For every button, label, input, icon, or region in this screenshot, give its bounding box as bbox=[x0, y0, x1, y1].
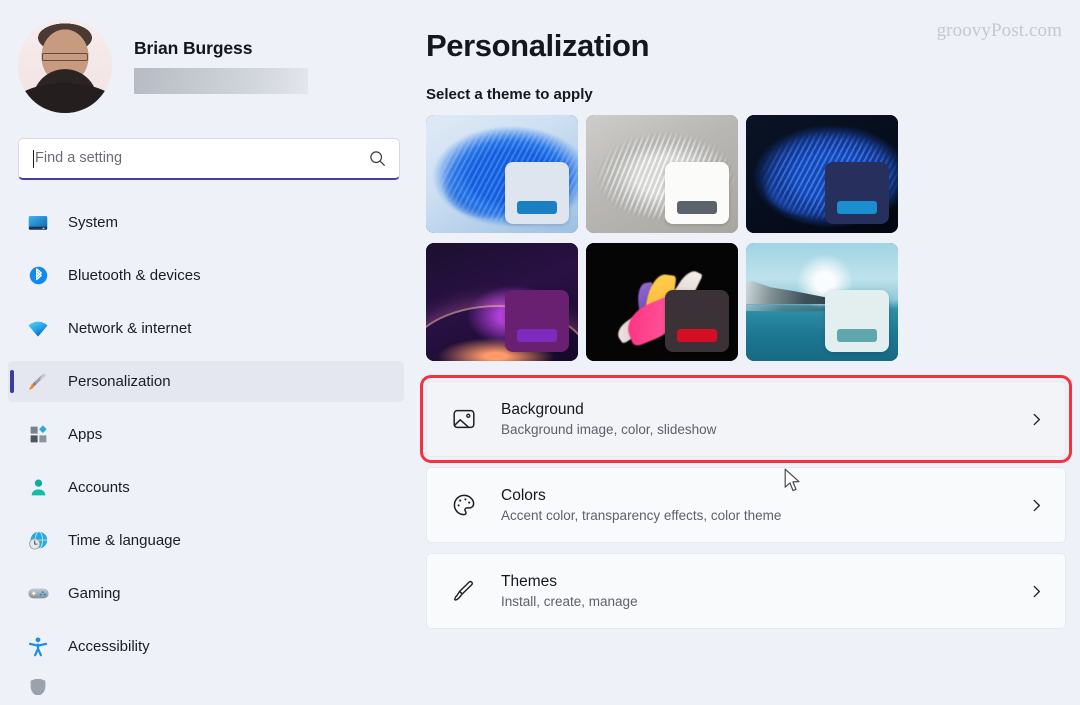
wifi-icon bbox=[26, 317, 50, 341]
settings-row-text: Colors Accent color, transparency effect… bbox=[501, 487, 1027, 523]
settings-rows: Background Background image, color, slid… bbox=[420, 375, 1072, 629]
chevron-right-icon[interactable] bbox=[1027, 498, 1045, 513]
settings-row-text: Themes Install, create, manage bbox=[501, 573, 1027, 609]
settings-row-subtitle: Install, create, manage bbox=[501, 594, 638, 609]
theme-window-preview bbox=[665, 290, 729, 352]
sidebar-item-label: Gaming bbox=[68, 585, 121, 602]
theme-grid bbox=[424, 115, 1066, 361]
color-palette-icon bbox=[449, 490, 479, 520]
avatar-shoulders bbox=[18, 82, 112, 113]
account-text: Brian Burgess bbox=[134, 38, 308, 94]
sidebar-item-label: Personalization bbox=[68, 373, 171, 390]
theme-taskbar-preview bbox=[677, 329, 717, 342]
search-input[interactable]: Find a setting bbox=[18, 138, 400, 180]
theme-card-windows-flow-grey[interactable] bbox=[586, 115, 738, 233]
theme-window-preview bbox=[505, 290, 569, 352]
apps-grid-icon bbox=[26, 423, 50, 447]
settings-row-themes[interactable]: Themes Install, create, manage bbox=[426, 553, 1066, 629]
sidebar-item-system[interactable]: System bbox=[8, 202, 404, 243]
sidebar-item-personalization[interactable]: Personalization bbox=[8, 361, 404, 402]
sidebar-item-label: Accounts bbox=[68, 479, 130, 496]
chevron-right-icon[interactable] bbox=[1027, 584, 1045, 599]
sidebar-nav: System Bluetooth & devices Network & int… bbox=[0, 202, 418, 695]
theme-card-windows-bloom-dark[interactable] bbox=[746, 115, 898, 233]
settings-row-background[interactable]: Background Background image, color, slid… bbox=[420, 375, 1072, 463]
theme-window-preview bbox=[665, 162, 729, 224]
person-icon bbox=[26, 476, 50, 500]
settings-row-title: Themes bbox=[501, 573, 557, 590]
gamepad-icon bbox=[26, 582, 50, 606]
settings-row-subtitle: Accent color, transparency effects, colo… bbox=[501, 508, 782, 523]
paintbrush-icon bbox=[26, 370, 50, 394]
clock-globe-icon bbox=[26, 529, 50, 553]
account-email-redacted bbox=[134, 68, 308, 94]
search-icon[interactable] bbox=[369, 150, 387, 167]
sidebar-item-time-language[interactable]: Time & language bbox=[8, 520, 404, 561]
image-picture-icon bbox=[449, 404, 479, 434]
avatar[interactable] bbox=[18, 19, 112, 113]
sidebar-item-accessibility[interactable]: Accessibility bbox=[8, 626, 404, 667]
search-placeholder: Find a setting bbox=[35, 150, 123, 167]
sidebar-item-bluetooth-devices[interactable]: Bluetooth & devices bbox=[8, 255, 404, 296]
theme-taskbar-preview bbox=[837, 201, 877, 214]
sidebar: Brian Burgess Find a setting System Blue… bbox=[0, 0, 418, 705]
sidebar-item-label: Time & language bbox=[68, 532, 181, 549]
theme-window-preview bbox=[825, 162, 889, 224]
main-content: groovyPost.com Personalization Select a … bbox=[418, 0, 1080, 705]
settings-row-title: Colors bbox=[501, 487, 546, 504]
paintbrush-outline-icon bbox=[449, 576, 479, 606]
account-name: Brian Burgess bbox=[134, 38, 253, 58]
settings-row-text: Background Background image, color, slid… bbox=[501, 401, 1027, 437]
theme-card-lake-mountain-light[interactable] bbox=[746, 243, 898, 361]
theme-window-preview bbox=[825, 290, 889, 352]
sidebar-item-label: Apps bbox=[68, 426, 103, 443]
settings-row-title: Background bbox=[501, 401, 584, 418]
accessibility-person-icon bbox=[26, 635, 50, 659]
theme-taskbar-preview bbox=[677, 201, 717, 214]
text-caret bbox=[33, 149, 34, 168]
theme-card-flower-dark[interactable] bbox=[586, 243, 738, 361]
theme-taskbar-preview bbox=[517, 329, 557, 342]
account-header[interactable]: Brian Burgess bbox=[0, 18, 418, 114]
theme-taskbar-preview bbox=[837, 329, 877, 342]
privacy-shield-icon bbox=[26, 679, 50, 695]
sidebar-item-gaming[interactable]: Gaming bbox=[8, 573, 404, 614]
theme-taskbar-preview bbox=[517, 201, 557, 214]
search-container[interactable]: Find a setting bbox=[18, 138, 400, 180]
sidebar-item-network-internet[interactable]: Network & internet bbox=[8, 308, 404, 349]
theme-section-label: Select a theme to apply bbox=[426, 86, 593, 103]
bluetooth-icon bbox=[26, 264, 50, 288]
sidebar-item-label: Network & internet bbox=[68, 320, 192, 337]
sidebar-item-accounts[interactable]: Accounts bbox=[8, 467, 404, 508]
sidebar-item-apps[interactable]: Apps bbox=[8, 414, 404, 455]
sidebar-item-label: Accessibility bbox=[68, 638, 150, 655]
theme-card-purple-glow-dark[interactable] bbox=[426, 243, 578, 361]
chevron-right-icon[interactable] bbox=[1027, 412, 1045, 427]
watermark: groovyPost.com bbox=[936, 20, 1062, 41]
sidebar-item-label: System bbox=[68, 214, 119, 231]
avatar-glasses bbox=[42, 52, 88, 62]
settings-row-colors[interactable]: Colors Accent color, transparency effect… bbox=[426, 467, 1066, 543]
settings-window: Brian Burgess Find a setting System Blue… bbox=[0, 0, 1080, 705]
monitor-icon bbox=[26, 211, 50, 235]
sidebar-item-label: Bluetooth & devices bbox=[68, 267, 201, 284]
settings-row-subtitle: Background image, color, slideshow bbox=[501, 422, 717, 437]
theme-card-windows-bloom-light[interactable] bbox=[426, 115, 578, 233]
theme-window-preview bbox=[505, 162, 569, 224]
sidebar-item-privacy-security[interactable] bbox=[8, 679, 404, 695]
